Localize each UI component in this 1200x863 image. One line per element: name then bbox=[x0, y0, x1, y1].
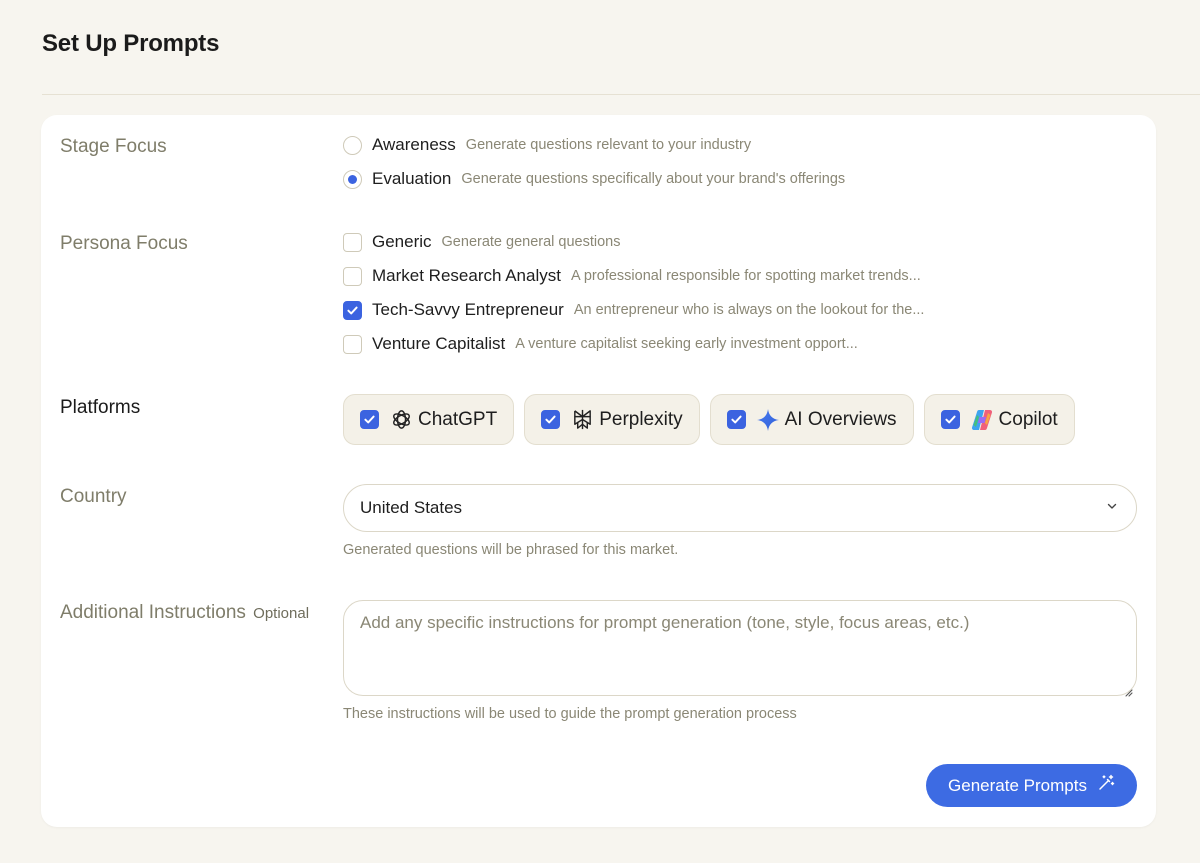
option-description: A professional responsible for spotting … bbox=[570, 268, 921, 284]
option-description: Generate questions relevant to your indu… bbox=[465, 137, 752, 153]
country-select-value: United States bbox=[360, 498, 463, 517]
country-helper-text: Generated questions will be phrased for … bbox=[343, 542, 679, 558]
option-label: Evaluation bbox=[372, 169, 452, 188]
tech-savvy-entrepreneur-checkbox[interactable] bbox=[343, 300, 362, 320]
option-label: Tech-Savvy Entrepreneur bbox=[372, 300, 564, 319]
instructions-helper-text: These instructions will be used to guide… bbox=[343, 706, 797, 722]
additional-instructions-label: Additional Instructions Optional bbox=[60, 602, 309, 624]
persona-option-market-research-analyst[interactable]: Market Research Analyst A professional r… bbox=[343, 264, 921, 288]
evaluation-radio[interactable] bbox=[343, 169, 362, 189]
platforms-group: ChatGPT Perplexity AI Overviews Copilot bbox=[343, 394, 1075, 445]
ai-overviews-sparkle-icon bbox=[756, 408, 780, 432]
option-label: Generic bbox=[372, 232, 432, 251]
chatgpt-checkbox[interactable] bbox=[360, 410, 379, 429]
optional-badge: Optional bbox=[253, 605, 310, 622]
instructions-textarea[interactable] bbox=[343, 600, 1137, 696]
stage-option-awareness[interactable]: Awareness Generate questions relevant to… bbox=[343, 133, 751, 157]
copilot-icon bbox=[970, 408, 994, 432]
platform-chip-chatgpt[interactable]: ChatGPT bbox=[343, 394, 515, 445]
platform-chip-ai-overviews[interactable]: AI Overviews bbox=[709, 394, 914, 445]
generate-prompts-button[interactable]: Generate Prompts bbox=[926, 764, 1137, 807]
copilot-checkbox[interactable] bbox=[940, 410, 960, 429]
stage-option-evaluation[interactable]: Evaluation Generate questions specifical… bbox=[343, 167, 845, 191]
persona-option-generic[interactable]: Generic Generate general questions bbox=[343, 230, 621, 254]
option-label: Awareness bbox=[372, 135, 456, 154]
generic-checkbox[interactable] bbox=[343, 232, 362, 252]
platform-label: ChatGPT bbox=[418, 408, 498, 430]
option-description: Generate general questions bbox=[441, 234, 621, 250]
platforms-label: Platforms bbox=[60, 397, 141, 418]
additional-instructions-title: Additional Instructions bbox=[60, 602, 246, 623]
stage-focus-label: Stage Focus bbox=[60, 136, 167, 157]
option-label: Market Research Analyst bbox=[372, 266, 561, 285]
chatgpt-icon bbox=[389, 408, 413, 432]
platform-label: Perplexity bbox=[599, 408, 683, 430]
generate-prompts-label: Generate Prompts bbox=[948, 775, 1087, 795]
option-label: Venture Capitalist bbox=[372, 334, 506, 353]
market-research-analyst-checkbox[interactable] bbox=[343, 266, 362, 286]
chevron-down-icon bbox=[1106, 499, 1118, 517]
persona-focus-label: Persona Focus bbox=[60, 233, 188, 254]
platform-chip-perplexity[interactable]: Perplexity bbox=[524, 394, 700, 445]
option-description: An entrepreneur who is always on the loo… bbox=[573, 302, 925, 318]
perplexity-checkbox[interactable] bbox=[541, 410, 561, 429]
ai-overviews-checkbox[interactable] bbox=[726, 410, 746, 429]
country-select[interactable]: United States bbox=[343, 484, 1137, 532]
platform-label: Copilot bbox=[998, 408, 1058, 430]
platform-label: AI Overviews bbox=[784, 408, 897, 430]
platform-chip-copilot[interactable]: Copilot bbox=[923, 394, 1075, 445]
awareness-radio[interactable] bbox=[343, 135, 362, 155]
persona-option-tech-savvy-entrepreneur[interactable]: Tech-Savvy Entrepreneur An entrepreneur … bbox=[343, 298, 924, 322]
setup-card: Stage Focus Awareness Generate questions… bbox=[41, 115, 1156, 827]
header-divider bbox=[42, 94, 1200, 95]
country-label: Country bbox=[60, 486, 127, 507]
magic-wand-icon bbox=[1097, 774, 1115, 797]
venture-capitalist-checkbox[interactable] bbox=[343, 334, 362, 354]
option-description: A venture capitalist seeking early inves… bbox=[515, 336, 858, 352]
perplexity-icon bbox=[570, 408, 594, 432]
option-description: Generate questions specifically about yo… bbox=[461, 171, 846, 187]
page-title: Set Up Prompts bbox=[42, 30, 220, 57]
persona-option-venture-capitalist[interactable]: Venture Capitalist A venture capitalist … bbox=[343, 332, 858, 356]
resize-grip-icon[interactable] bbox=[1124, 684, 1133, 702]
